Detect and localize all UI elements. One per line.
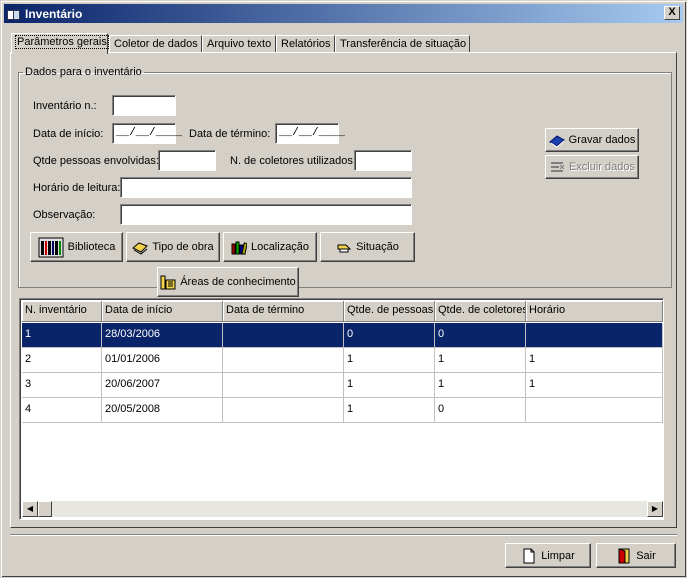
cell-data-termino: [223, 398, 344, 423]
observacao-field[interactable]: [120, 204, 412, 225]
horizontal-scrollbar[interactable]: ◀ ▶: [22, 501, 663, 517]
column-header-data-termino[interactable]: Data de término: [223, 301, 344, 322]
books-location-icon: [231, 239, 248, 255]
cell-qtde-pessoas: 1: [344, 398, 435, 423]
tab-transferencia-de-situacao[interactable]: Transferência de situação: [335, 35, 470, 53]
close-button[interactable]: X: [664, 6, 680, 20]
window-title: Inventário: [25, 6, 83, 21]
column-header-horario[interactable]: Horário: [526, 301, 663, 322]
inventory-grid[interactable]: N. inventário Data de início Data de tér…: [19, 298, 664, 520]
cell-data-termino: [223, 348, 344, 373]
book-type-icon: [132, 239, 149, 255]
column-header-data-inicio[interactable]: Data de início: [102, 301, 223, 322]
n-coletores-field[interactable]: [354, 150, 412, 171]
cell-data-inicio: 20/06/2007: [102, 373, 223, 398]
clear-page-icon: [521, 548, 537, 564]
tipo-de-obra-button[interactable]: Tipo de obra: [126, 232, 220, 262]
cell-horario: 1: [526, 348, 663, 373]
qtde-pessoas-label: Qtde pessoas envolvidas:: [33, 155, 159, 167]
delete-icon: [549, 159, 565, 175]
column-header-qtde-coletores[interactable]: Qtde. de coletores: [435, 301, 526, 322]
cell-horario: [526, 398, 663, 423]
cell-qtde-pessoas: 1: [344, 373, 435, 398]
cell-data-termino: [223, 373, 344, 398]
library-shelf-icon: [38, 235, 64, 259]
group-title: Dados para o inventário: [25, 66, 142, 78]
column-header-n-inventario[interactable]: N. inventário: [22, 301, 102, 322]
cell-n-inventario: 2: [22, 348, 102, 373]
cell-n-inventario: 3: [22, 373, 102, 398]
cell-qtde-coletores: 0: [435, 323, 526, 348]
gravar-dados-button[interactable]: Gravar dados: [545, 128, 639, 152]
localizacao-button[interactable]: Localização: [223, 232, 317, 262]
cell-horario: [526, 323, 663, 348]
observacao-label: Observação:: [33, 209, 96, 221]
column-header-qtde-pessoas[interactable]: Qtde. de pessoas: [344, 301, 435, 322]
situation-icon: [336, 239, 352, 255]
data-termino-label: Data de término:: [189, 128, 271, 140]
data-inicio-field[interactable]: __/__/____: [112, 123, 182, 144]
tab-coletor-de-dados[interactable]: Coletor de dados: [109, 35, 202, 53]
grid-header: N. inventário Data de início Data de tér…: [22, 301, 663, 322]
inventario-label: Inventário n.:: [33, 100, 97, 112]
areas-de-conhecimento-button[interactable]: Áreas de conhecimento: [157, 267, 299, 297]
limpar-button[interactable]: Limpar: [505, 543, 591, 568]
data-termino-field[interactable]: __/__/____: [275, 123, 345, 144]
tab-panel-parametros: Dados para o inventário Inventário n.: D…: [10, 52, 677, 528]
cell-n-inventario: 4: [22, 398, 102, 423]
inventario-field[interactable]: [112, 95, 176, 116]
tab-relatorios[interactable]: Relatórios: [276, 35, 335, 53]
save-book-icon: [548, 132, 565, 148]
tab-arquivo-texto[interactable]: Arquivo texto: [202, 35, 276, 53]
cell-qtde-pessoas: 1: [344, 348, 435, 373]
horario-label: Horário de leitura:: [33, 182, 121, 194]
n-coletores-label: N. de coletores utilizados:: [230, 155, 356, 167]
cell-data-inicio: 28/03/2006: [102, 323, 223, 348]
situacao-button[interactable]: Situação: [320, 232, 415, 262]
scroll-thumb[interactable]: [38, 501, 52, 517]
cell-qtde-coletores: 0: [435, 398, 526, 423]
cell-data-termino: [223, 323, 344, 348]
sair-button[interactable]: Sair: [596, 543, 676, 568]
excluir-dados-button[interactable]: Excluir dados: [545, 155, 639, 179]
data-inicio-label: Data de início:: [33, 128, 104, 140]
cell-qtde-coletores: 1: [435, 348, 526, 373]
scroll-left-arrow-icon[interactable]: ◀: [22, 501, 38, 517]
books-app-icon: [7, 7, 21, 21]
table-row[interactable]: 1 28/03/2006 0 0: [22, 323, 663, 348]
table-row[interactable]: 2 01/01/2006 1 1 1: [22, 348, 663, 373]
qtde-pessoas-field[interactable]: [158, 150, 216, 171]
tab-parametros-gerais[interactable]: Parâmetros gerais: [11, 33, 109, 54]
table-row[interactable]: 3 20/06/2007 1 1 1: [22, 373, 663, 398]
biblioteca-button[interactable]: Biblioteca: [30, 232, 123, 262]
cell-qtde-coletores: 1: [435, 373, 526, 398]
table-row[interactable]: 4 20/05/2008 1 0: [22, 398, 663, 423]
inventario-window: Inventário X Parâmetros gerais Coletor d…: [0, 0, 687, 578]
horario-field[interactable]: [120, 177, 412, 198]
cell-data-inicio: 20/05/2008: [102, 398, 223, 423]
cell-qtde-pessoas: 0: [344, 323, 435, 348]
knowledge-areas-icon: [160, 274, 176, 290]
cell-data-inicio: 01/01/2006: [102, 348, 223, 373]
title-bar: Inventário X: [4, 4, 683, 23]
scroll-right-arrow-icon[interactable]: ▶: [647, 501, 663, 517]
cell-horario: 1: [526, 373, 663, 398]
inventory-data-group: Dados para o inventário Inventário n.: D…: [18, 66, 672, 297]
exit-door-icon: [616, 547, 632, 564]
bottom-divider: [10, 534, 677, 536]
cell-n-inventario: 1: [22, 323, 102, 348]
